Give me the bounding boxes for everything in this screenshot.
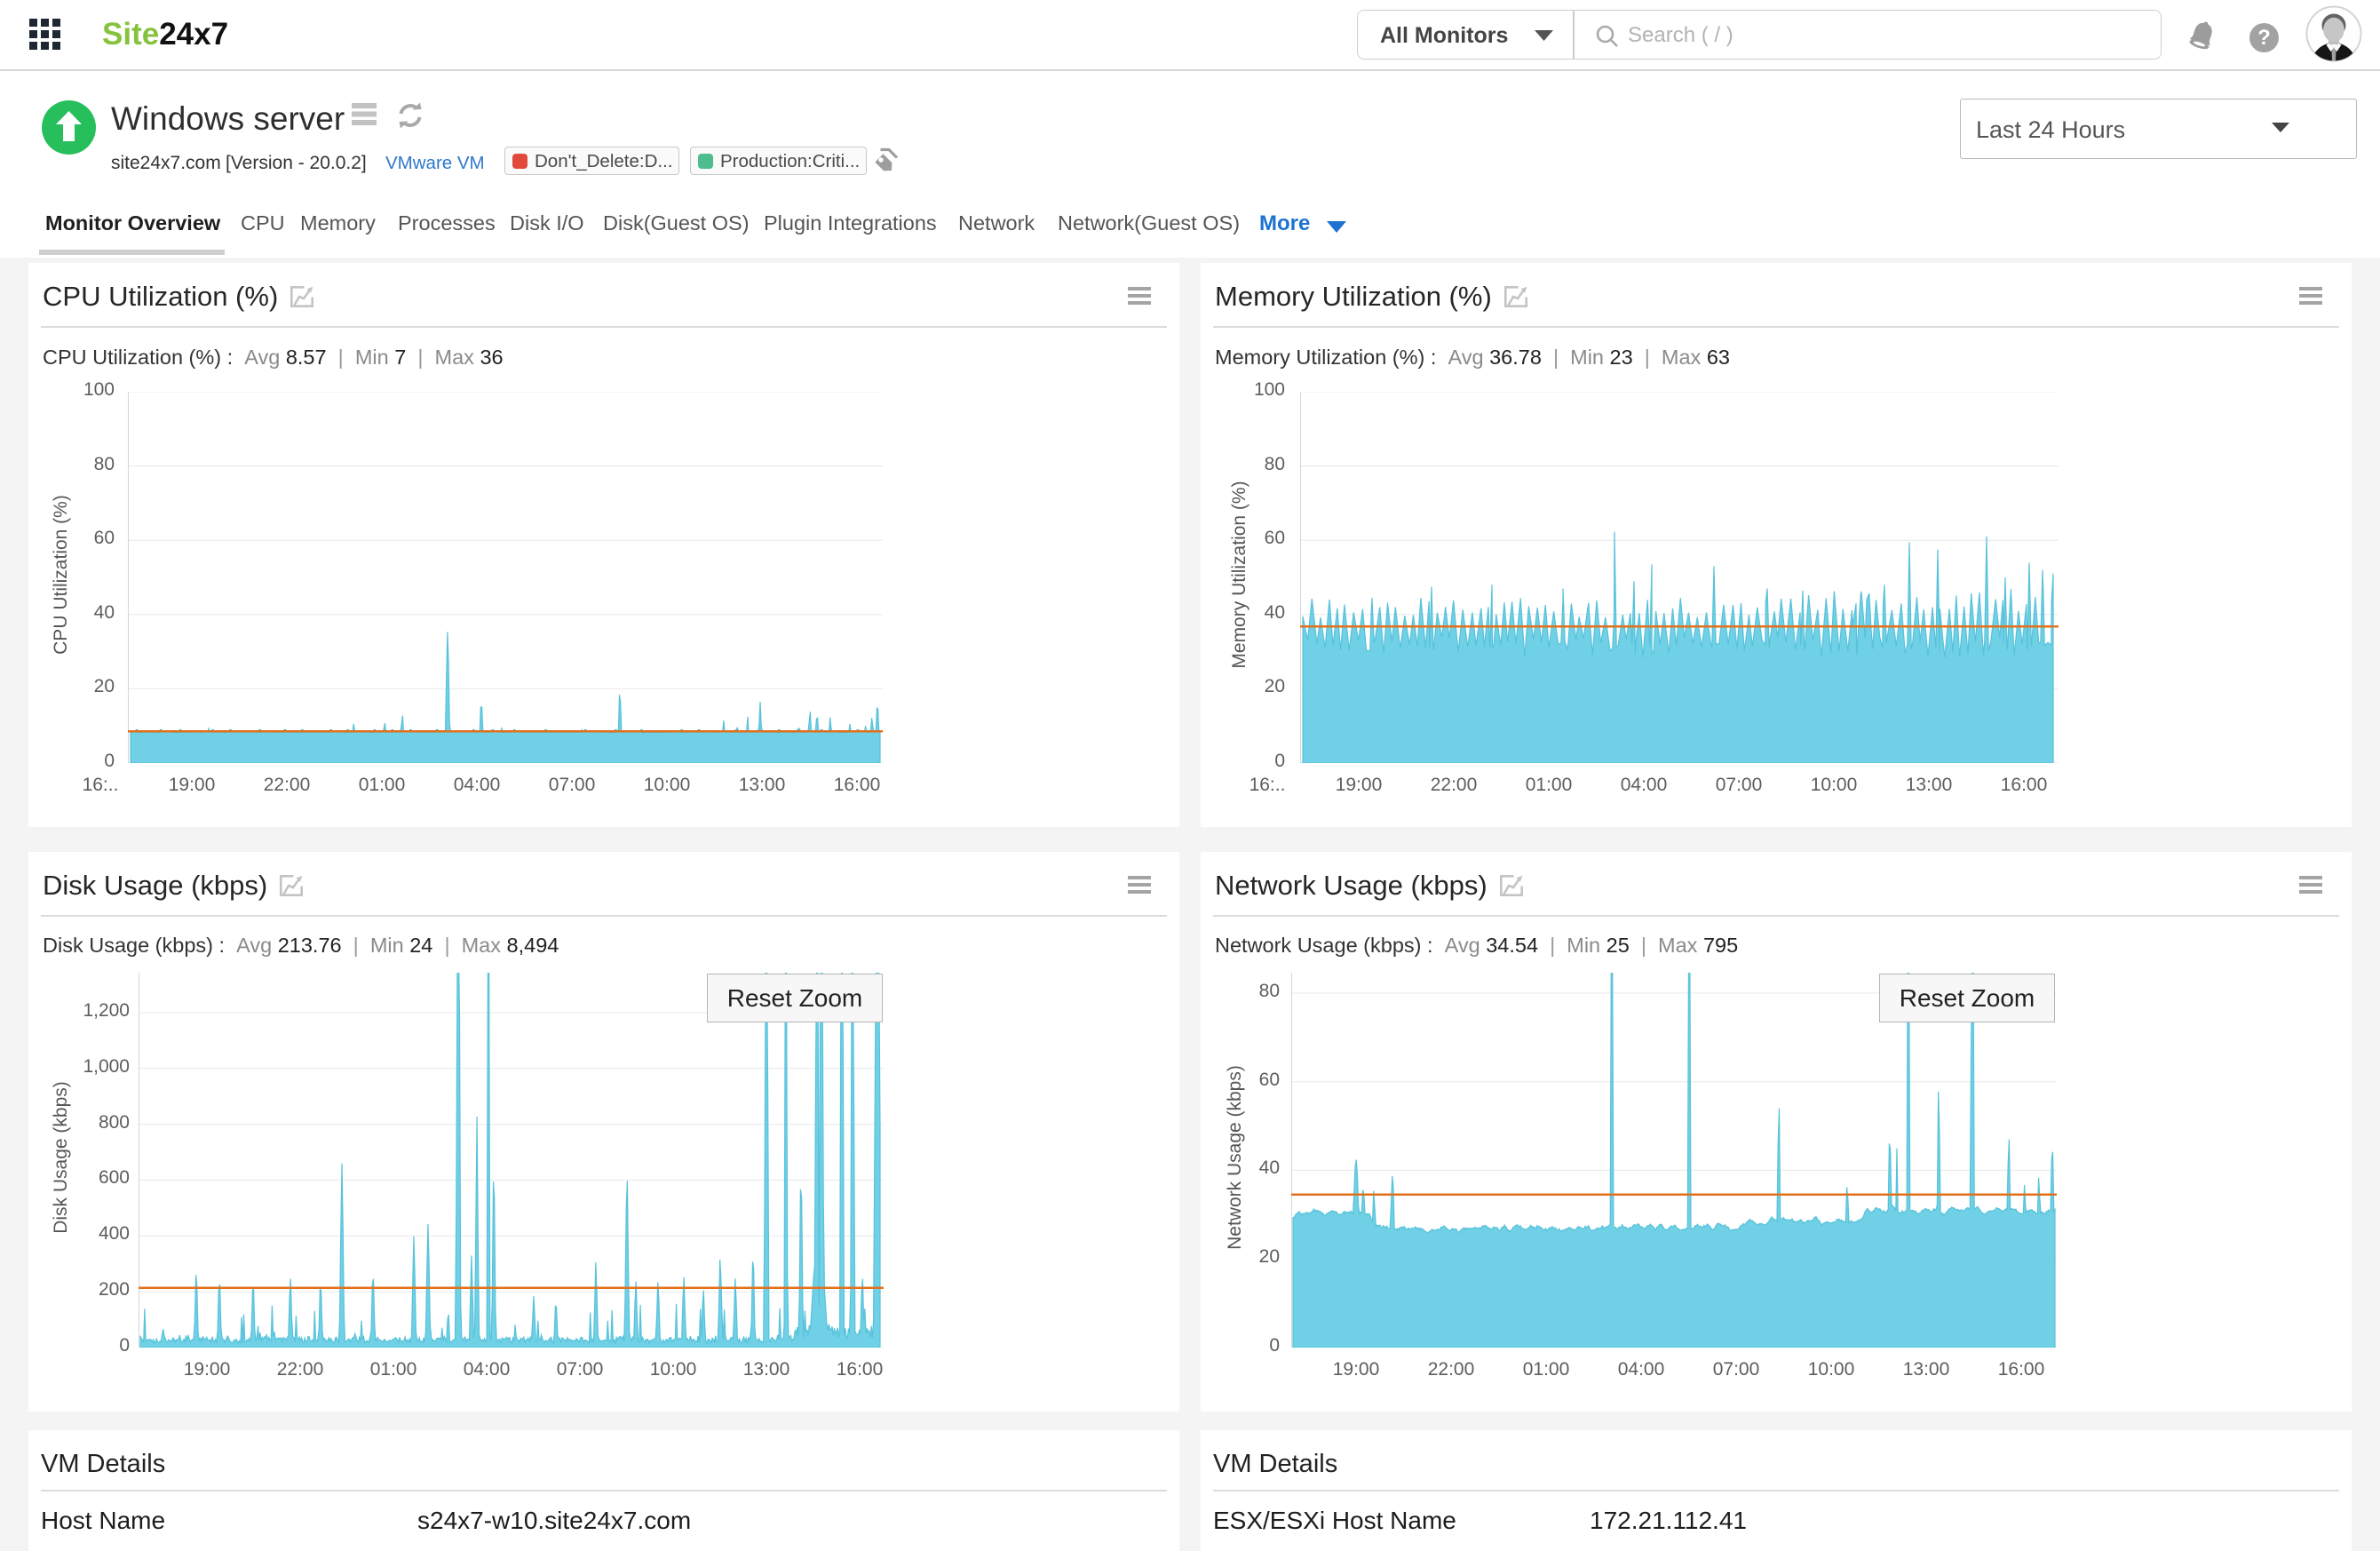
svg-text:?: ? — [2257, 26, 2271, 50]
